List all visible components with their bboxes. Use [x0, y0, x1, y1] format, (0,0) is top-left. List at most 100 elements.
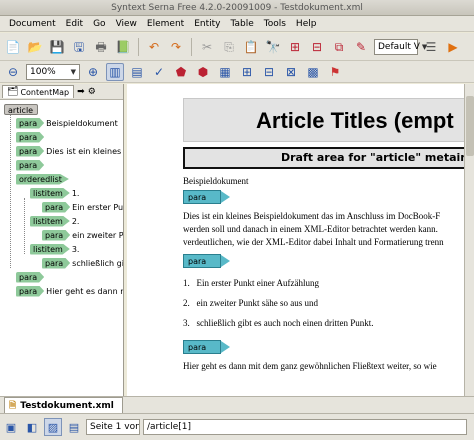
tag-listitem: listitem	[30, 243, 70, 255]
tab-contentmap-label: ContentMap	[20, 87, 70, 97]
save-icon[interactable]: 💾	[48, 38, 66, 56]
settings-icon[interactable]: ⚙	[88, 87, 96, 97]
menu-help[interactable]: Help	[291, 19, 322, 29]
spell-check-icon[interactable]: ✓	[150, 63, 168, 81]
tag-para: para	[16, 159, 45, 171]
document-editor[interactable]: Article Titles (empt Draft area for "art…	[127, 84, 464, 396]
tree-node[interactable]: para schließlich gibt	[0, 256, 123, 270]
tree-node[interactable]: para Dies ist ein kleines Be	[0, 144, 123, 158]
copy-icon[interactable]: ⎘	[220, 38, 238, 56]
cut-icon[interactable]: ✂	[198, 38, 216, 56]
tag-para: para	[16, 145, 45, 157]
arrow-icon[interactable]: ➡	[77, 87, 85, 97]
menu-entity[interactable]: Entity	[189, 19, 225, 29]
attribute-icon[interactable]: ✎	[352, 38, 370, 56]
menu-document[interactable]: Document	[4, 19, 61, 29]
play-icon[interactable]: ▶	[444, 38, 462, 56]
tree-node[interactable]: para Beispieldokument	[0, 116, 123, 130]
redo-icon[interactable]: ↷	[167, 38, 185, 56]
menu-view[interactable]: View	[111, 19, 142, 29]
zoom-in-icon[interactable]: ⊕	[84, 63, 102, 81]
tree-node[interactable]: para	[0, 158, 123, 172]
node-text: Dies ist ein kleines Be	[46, 146, 123, 156]
tree-node[interactable]: para Hier geht es dann m	[0, 284, 123, 298]
tree-node-article[interactable]: article	[0, 102, 123, 116]
node-text: 3.	[71, 244, 80, 254]
tree-node[interactable]: para	[0, 270, 123, 284]
node-text: ein zweiter Punk	[72, 230, 124, 240]
node-text: Beispieldokument	[46, 118, 118, 128]
paragraph-line[interactable]: verdeutlichen, wie der XML-Editor dabei …	[183, 236, 464, 249]
tab-contentmap[interactable]: 🗂 ContentMap	[2, 85, 75, 98]
paragraph-line[interactable]: werden soll und danach in einem XML-Edit…	[183, 223, 464, 236]
para-tag[interactable]: para	[183, 254, 230, 268]
para-tag-row: para	[183, 188, 464, 206]
new-document-icon[interactable]: 📄	[4, 38, 22, 56]
table-icon[interactable]: ▦	[216, 63, 234, 81]
open-folder-icon[interactable]: 📂	[26, 38, 44, 56]
list-number: 3.	[183, 318, 190, 328]
undo-icon[interactable]: ↶	[145, 38, 163, 56]
status-bar: ▣ ◧ ▨ ▤ Seite 1 von 1 /article[1]	[0, 414, 474, 440]
tag-article: article	[4, 103, 39, 115]
document-page: Article Titles (empt Draft area for "art…	[183, 98, 464, 373]
tree-node-listitem[interactable]: listitem 1.	[0, 186, 123, 200]
split-view-icon[interactable]: ◧	[23, 418, 41, 436]
list-item[interactable]: 3. schließlich gibt es auch noch einen d…	[183, 317, 464, 330]
document-icon: 🗎	[9, 400, 17, 411]
list-text: schließlich gibt es auch noch einen drit…	[196, 318, 374, 328]
document-view-icon[interactable]: ▤	[128, 63, 146, 81]
print-icon[interactable]: 🖶	[92, 38, 110, 56]
table-row-icon[interactable]: ⊞	[238, 63, 256, 81]
secondary-toolbar: ⊖ 100% ▼ ⊕ ▥ ▤ ✓ ⬟ ⬢ ▦ ⊞ ⊟ ⊠ ▩ ⚑	[0, 61, 474, 83]
paste-icon[interactable]: 📋	[242, 38, 260, 56]
list-item[interactable]: 1. Ein erster Punkt einer Aufzählung	[183, 277, 464, 290]
node-text: schließlich gibt	[72, 258, 124, 268]
list-icon[interactable]: ☰	[422, 38, 440, 56]
draft-area[interactable]: Draft area for "article" metainfo.	[183, 147, 464, 169]
grid-icon[interactable]: ▩	[304, 63, 322, 81]
scrollbar-thumb[interactable]	[466, 96, 474, 156]
tree-node-orderedlist[interactable]: orderedlist	[0, 172, 123, 186]
image-view-icon[interactable]: ▨	[44, 418, 62, 436]
book-icon[interactable]: 📗	[114, 38, 132, 56]
menu-tools[interactable]: Tools	[259, 19, 291, 29]
article-title[interactable]: Article Titles (empt	[183, 98, 464, 142]
menu-edit[interactable]: Edit	[61, 19, 88, 29]
paragraph-text[interactable]: Beispieldokument	[183, 175, 464, 188]
find-icon[interactable]: 🔭	[264, 38, 282, 56]
join-icon[interactable]: ⧉	[330, 38, 348, 56]
tag-icon[interactable]: ⬟	[172, 63, 190, 81]
tree-node[interactable]: para ein zweiter Punk	[0, 228, 123, 242]
tag-alt-icon[interactable]: ⬢	[194, 63, 212, 81]
tree-node[interactable]: para Ein erster Punkt	[0, 200, 123, 214]
insert-element-icon[interactable]: ⊞	[286, 38, 304, 56]
panel-toggle-icon[interactable]: ▣	[2, 418, 20, 436]
tab-testdokument[interactable]: 🗎 Testdokument.xml	[4, 397, 123, 413]
menu-table[interactable]: Table	[225, 19, 258, 29]
zoom-out-icon[interactable]: ⊖	[4, 63, 22, 81]
paragraph-line[interactable]: Hier geht es dann mit dem ganz gewöhnlic…	[183, 360, 464, 373]
chevron-down-icon: ▼	[70, 67, 76, 76]
vertical-scrollbar[interactable]	[464, 84, 474, 396]
page-view-icon[interactable]: ▥	[106, 62, 124, 81]
menu-element[interactable]: Element	[142, 19, 189, 29]
tree-node-listitem[interactable]: listitem 3.	[0, 242, 123, 256]
para-tag[interactable]: para	[183, 190, 230, 204]
page-indicator: Seite 1 von 1	[86, 419, 140, 435]
layout-icon[interactable]: ▤	[65, 418, 83, 436]
para-tag[interactable]: para	[183, 340, 230, 354]
table-col-icon[interactable]: ⊟	[260, 63, 278, 81]
menu-go[interactable]: Go	[88, 19, 110, 29]
remove-element-icon[interactable]: ⊟	[308, 38, 326, 56]
style-select[interactable]: Default V ▼	[374, 38, 427, 55]
tree-node-listitem[interactable]: listitem 2.	[0, 214, 123, 228]
tag-para: para	[16, 271, 45, 283]
flag-icon[interactable]: ⚑	[326, 63, 344, 81]
zoom-select[interactable]: 100% ▼	[26, 63, 80, 80]
save-as-icon[interactable]: 🖫	[70, 38, 88, 56]
paragraph-line[interactable]: Dies ist ein kleines Beispieldokument da…	[183, 210, 464, 223]
list-item[interactable]: 2. ein zweiter Punkt sähe so aus und	[183, 297, 464, 310]
table-delete-icon[interactable]: ⊠	[282, 63, 300, 81]
tree-node[interactable]: para	[0, 130, 123, 144]
